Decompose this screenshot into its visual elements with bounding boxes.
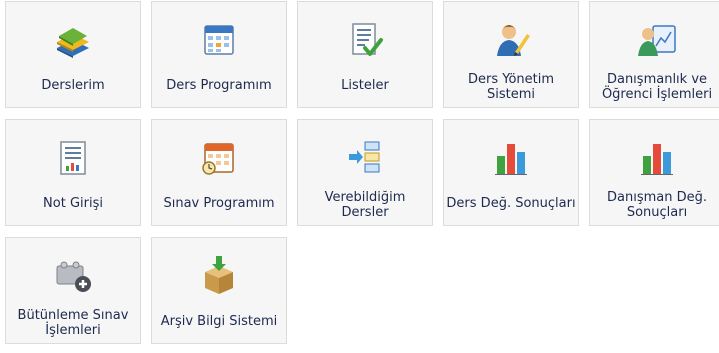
tile-label: Arşiv Bilgi Sistemi: [160, 314, 278, 329]
tile-sinav-programim[interactable]: Sınav Programım: [151, 119, 287, 226]
calendar-icon: [204, 25, 234, 55]
tile-verebildigim[interactable]: Verebildiğim Dersler: [297, 119, 433, 226]
flow-icon: [349, 141, 380, 173]
tile-label: Sınav Programım: [163, 196, 275, 211]
tile-ders-yonetim[interactable]: Ders Yönetim Sistemi: [443, 1, 579, 108]
teacher-icon: [497, 25, 530, 56]
tile-label: Danışmanlık ve Öğrenci İşlemleri: [601, 72, 713, 102]
tile-label: Listeler: [341, 78, 389, 93]
tile-label: Danışman Değ. Sonuçları: [607, 190, 707, 220]
books-icon: [57, 28, 89, 58]
bar-chart-icon: [495, 144, 527, 175]
tile-not-girisi[interactable]: Not Girişi: [5, 119, 141, 226]
exam-calendar-icon: [202, 143, 234, 175]
tile-label: Verebildiğim Dersler: [324, 190, 406, 220]
bar-chart-icon: [641, 144, 673, 175]
tile-arsiv[interactable]: Arşiv Bilgi Sistemi: [151, 237, 287, 344]
tile-label: Ders Programım: [166, 78, 272, 93]
tile-label: Ders Değ. Sonuçları: [446, 196, 576, 211]
tile-danisman-deg-sonuclari[interactable]: Danışman Değ. Sonuçları: [589, 119, 719, 226]
advisor-icon: [638, 25, 676, 56]
tile-label: Not Girişi: [43, 196, 103, 211]
tile-label: Derslerim: [41, 78, 105, 93]
grade-sheet-icon: [60, 141, 86, 175]
tile-listeler[interactable]: Listeler: [297, 1, 433, 108]
tile-danismanlik[interactable]: Danışmanlık ve Öğrenci İşlemleri: [589, 1, 719, 108]
list-check-icon: [352, 23, 383, 56]
add-blocks-icon: [56, 261, 91, 292]
tile-ders-deg-sonuclari[interactable]: Ders Değ. Sonuçları: [443, 119, 579, 226]
tile-label: Ders Yönetim Sistemi: [467, 72, 555, 102]
tile-ders-programim[interactable]: Ders Programım: [151, 1, 287, 108]
archive-box-icon: [205, 256, 233, 294]
tile-label: Bütünleme Sınav İşlemleri: [17, 308, 129, 338]
tile-derslerim[interactable]: Derslerim: [5, 1, 141, 108]
tile-butunleme[interactable]: Bütünleme Sınav İşlemleri: [5, 237, 141, 344]
